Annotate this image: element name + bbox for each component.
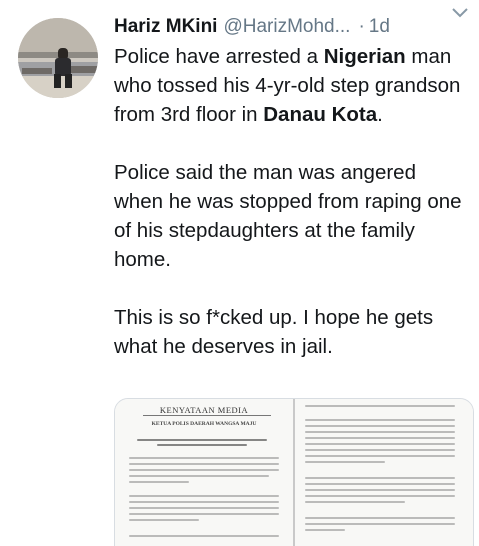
- document-line: [305, 455, 455, 457]
- text-run: Police have arrested a: [114, 45, 324, 68]
- document-line: [129, 469, 279, 471]
- document-line: [129, 501, 279, 503]
- document-line: [305, 405, 455, 407]
- document-line: [129, 495, 279, 497]
- tweet-paragraph-1: Police have arrested a Nigerian man who …: [114, 42, 469, 129]
- document-divider: [143, 415, 271, 416]
- chevron-down-icon[interactable]: [451, 6, 469, 20]
- tweet-header: Hariz MKini @HarizMohd... · 1d: [114, 13, 469, 41]
- document-line: [305, 483, 455, 485]
- document-line: [305, 425, 455, 427]
- document-line: [305, 449, 455, 451]
- document-line: [129, 507, 279, 509]
- user-handle[interactable]: @HarizMohd...: [223, 16, 350, 38]
- document-line: [129, 535, 279, 537]
- tweet-paragraph-2: Police said the man was angered when he …: [114, 161, 462, 271]
- tweet-text: Police have arrested a Nigerian man who …: [114, 42, 469, 361]
- document-line: [129, 475, 269, 477]
- document-line: [129, 481, 189, 483]
- document-line: [305, 523, 455, 525]
- document-line: [305, 517, 455, 519]
- tweet[interactable]: Hariz MKini @HarizMohd... · 1d Police ha…: [0, 0, 479, 546]
- media-image-right[interactable]: [295, 399, 473, 546]
- avatar[interactable]: [18, 18, 98, 98]
- document-line: [305, 489, 455, 491]
- separator-dot: ·: [358, 16, 365, 37]
- document-line: [129, 457, 279, 459]
- text-run-bold: Danau Kota: [263, 103, 378, 126]
- document-line: [157, 444, 247, 446]
- media-image-left[interactable]: KENYATAAN MEDIA KETUA POLIS DAERAH WANGS…: [115, 399, 295, 546]
- document-line: [305, 495, 455, 497]
- timestamp[interactable]: 1d: [369, 16, 390, 38]
- document-title: KENYATAAN MEDIA: [159, 405, 249, 415]
- tweet-paragraph-3: This is so f*cked up. I hope he gets wha…: [114, 306, 434, 358]
- avatar-photo-icon: [18, 18, 98, 98]
- document-line: [305, 431, 455, 433]
- document-line: [129, 463, 279, 465]
- document-subtitle: KETUA POLIS DAERAH WANGSA MAJU: [151, 421, 257, 427]
- text-run-bold: Nigerian: [323, 45, 406, 68]
- document-line: [129, 513, 279, 515]
- document-line: [305, 477, 455, 479]
- document-line: [129, 519, 199, 521]
- document-line: [305, 419, 455, 421]
- document-line: [305, 501, 405, 503]
- document-line: [305, 461, 385, 463]
- document-line: [305, 529, 345, 531]
- document-line: [305, 443, 455, 445]
- document-line: [305, 437, 455, 439]
- text-run: .: [377, 103, 383, 126]
- document-line: [137, 439, 267, 441]
- display-name[interactable]: Hariz MKini: [114, 16, 217, 38]
- tweet-media[interactable]: KENYATAAN MEDIA KETUA POLIS DAERAH WANGS…: [114, 398, 474, 546]
